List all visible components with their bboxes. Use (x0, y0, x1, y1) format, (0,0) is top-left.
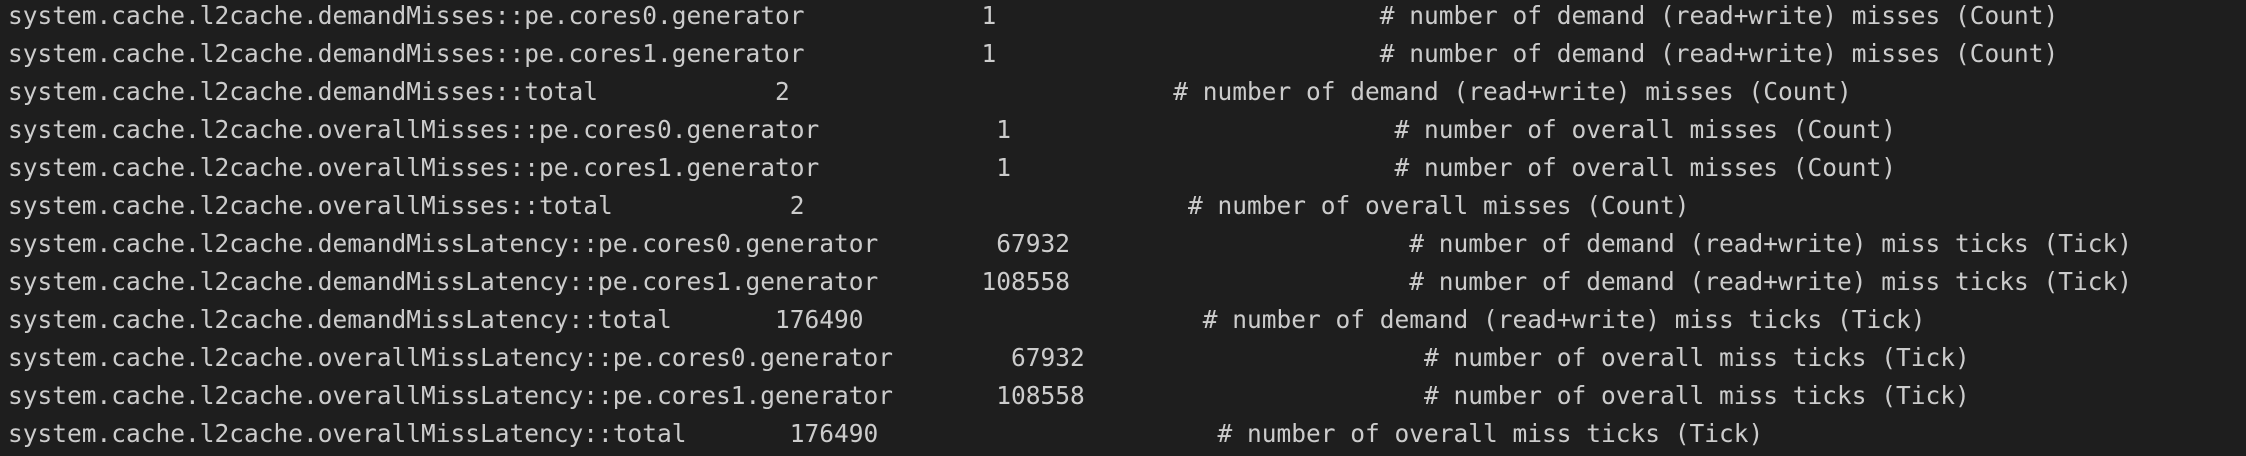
stat-line: system.cache.l2cache.demandMissLatency::… (8, 229, 2133, 258)
stat-line: system.cache.l2cache.demandMisses::total… (8, 77, 1852, 106)
stat-line: system.cache.l2cache.demandMisses::pe.co… (8, 1, 2059, 30)
stat-line: system.cache.l2cache.demandMisses::pe.co… (8, 39, 2059, 68)
stat-line: system.cache.l2cache.demandMissLatency::… (8, 305, 1926, 334)
stat-line: system.cache.l2cache.overallMissLatency:… (8, 343, 1970, 372)
stat-line: system.cache.l2cache.overallMisses::pe.c… (8, 115, 1897, 144)
stat-line: system.cache.l2cache.demandMissLatency::… (8, 267, 2133, 296)
terminal-output: system.cache.l2cache.demandMisses::pe.co… (0, 0, 2246, 450)
stat-line: system.cache.l2cache.overallMissLatency:… (8, 419, 1764, 448)
stat-line: system.cache.l2cache.overallMisses::pe.c… (8, 153, 1897, 182)
stat-line: system.cache.l2cache.overallMissLatency:… (8, 381, 1970, 410)
stat-line: system.cache.l2cache.overallMisses::tota… (8, 191, 1690, 220)
